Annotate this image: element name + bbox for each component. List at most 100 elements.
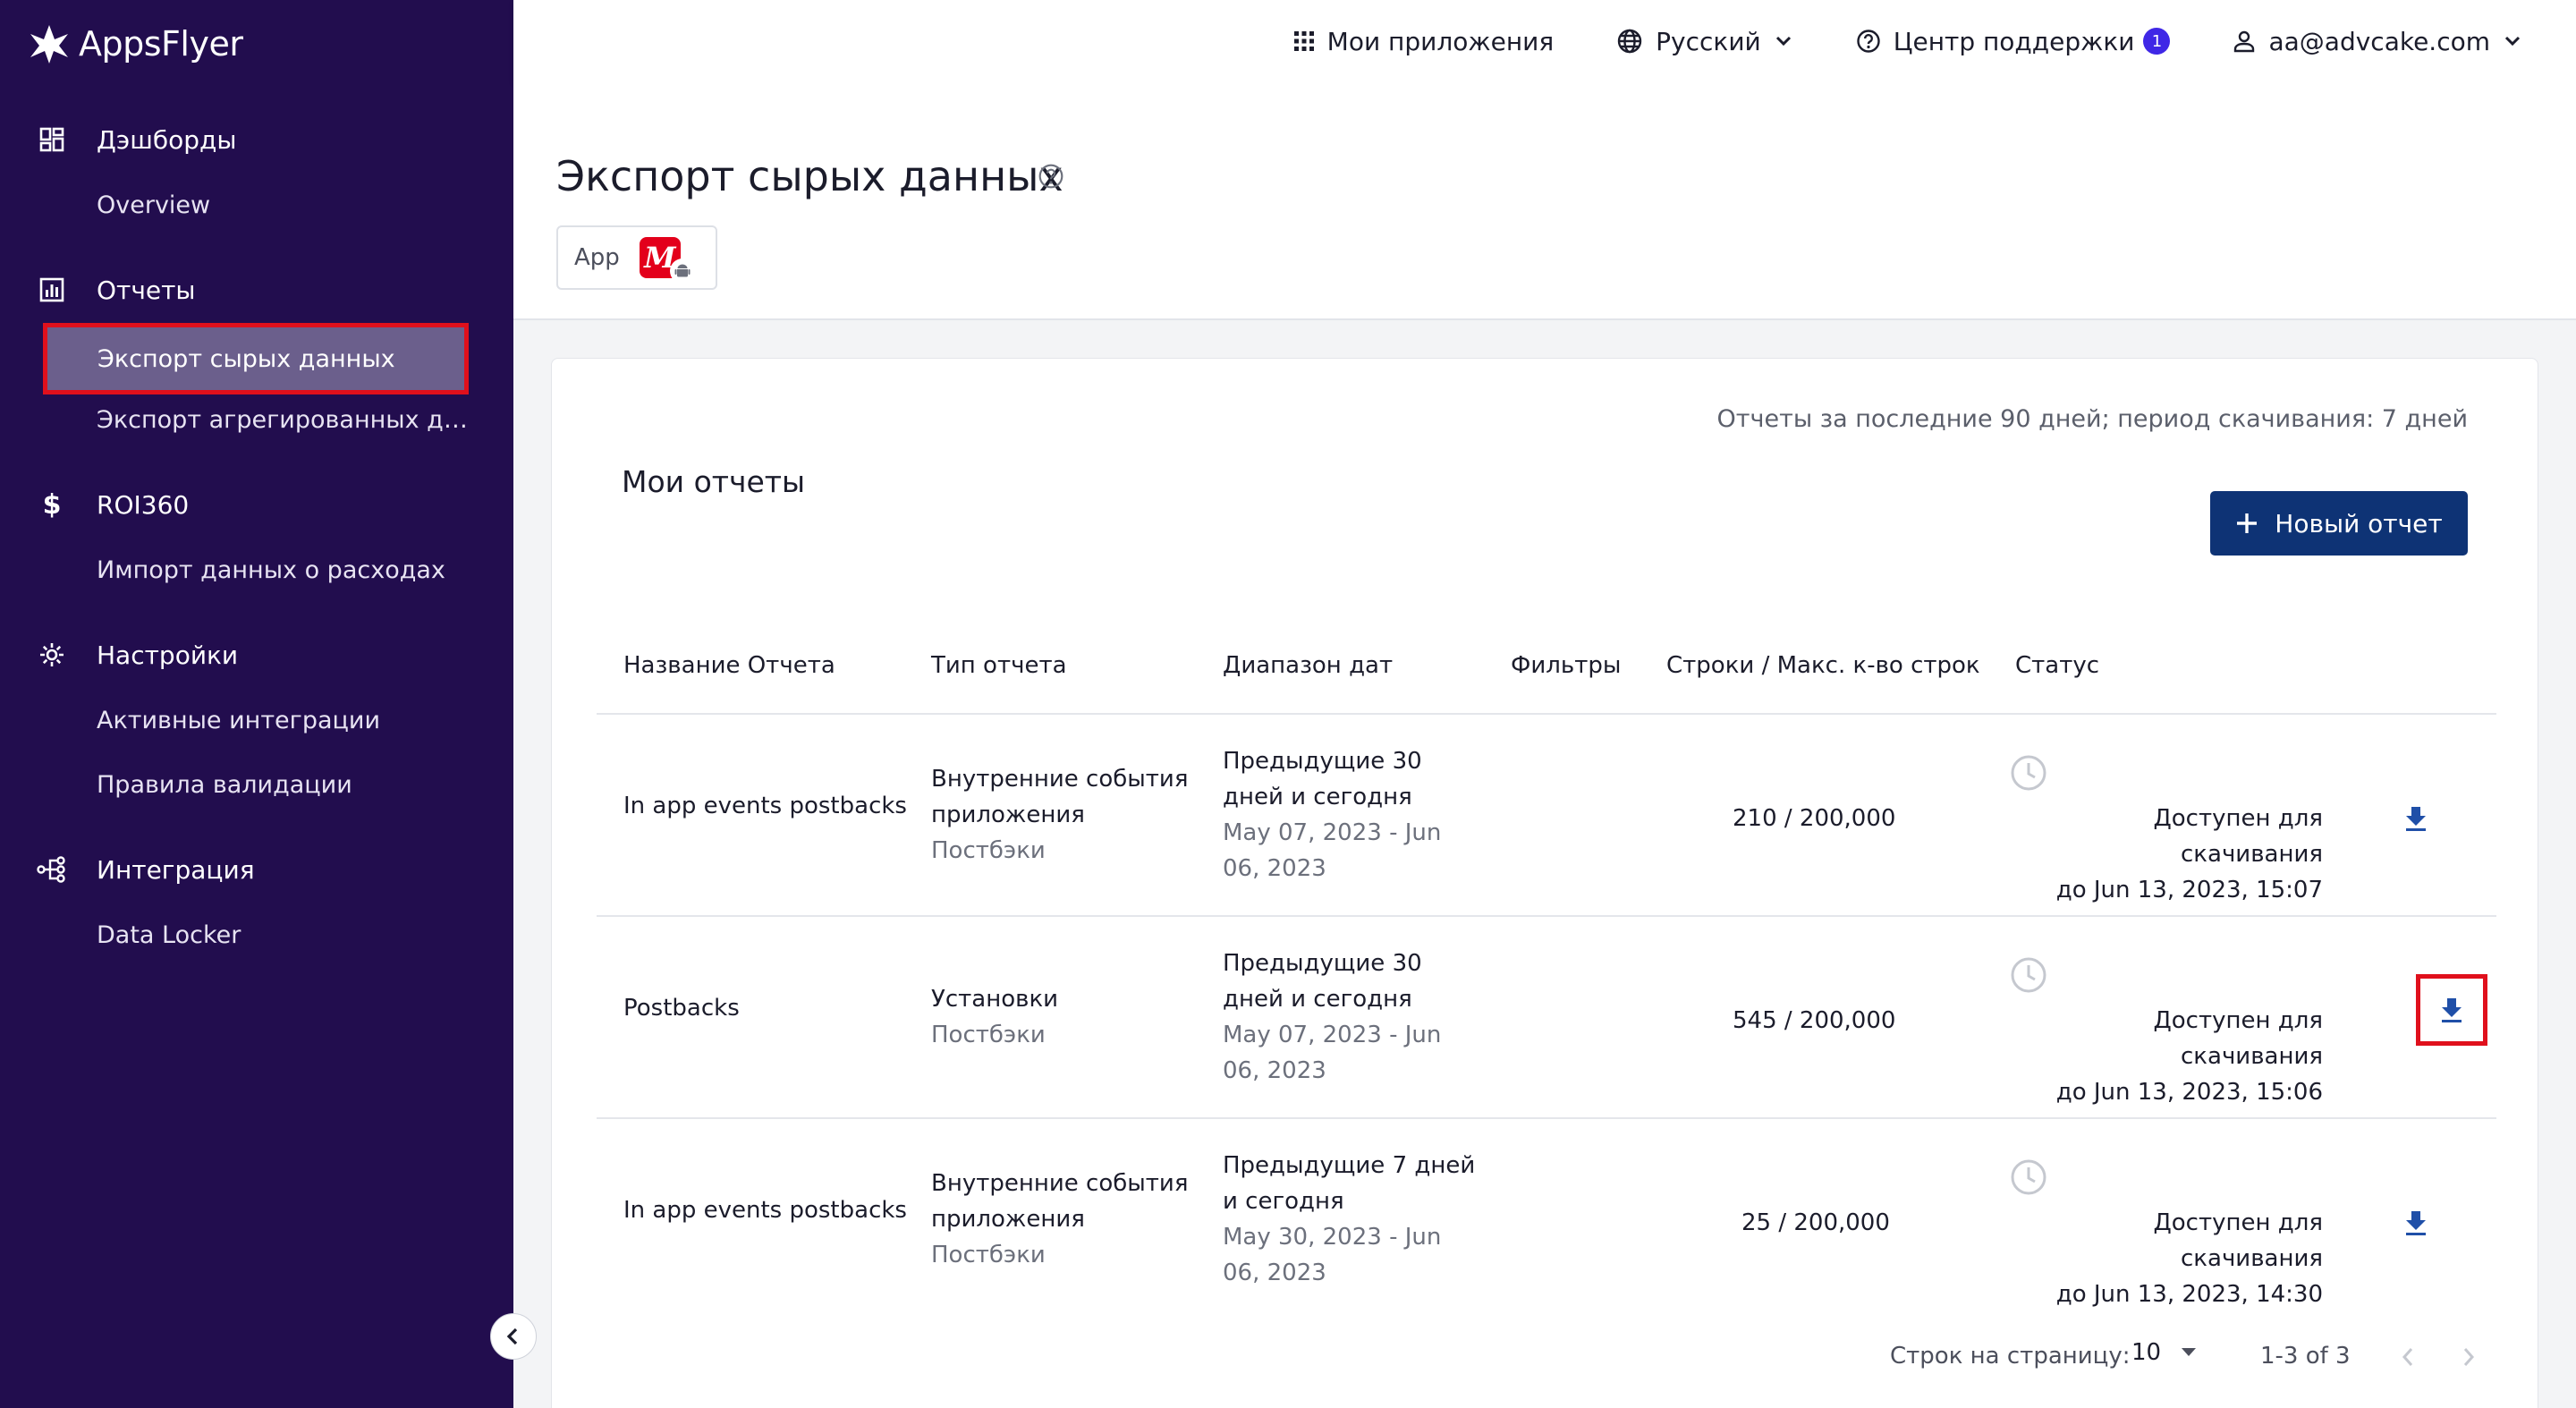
- sidebar-section-label: Дэшборды: [97, 124, 237, 155]
- my-apps-menu[interactable]: Мои приложения: [1293, 26, 1555, 56]
- download-icon: [2406, 807, 2426, 831]
- sidebar-item-label: Экспорт сырых данных: [97, 344, 395, 373]
- user-icon: [2234, 30, 2255, 53]
- column-header-filters[interactable]: Фильтры: [1511, 652, 1621, 679]
- clock-icon: [2011, 755, 2046, 791]
- report-type-line: Внутренние события: [931, 1170, 1189, 1197]
- rows-count: 545 / 200,000: [1733, 1007, 1896, 1034]
- status-line: до Jun 13, 2023, 15:06: [2055, 1079, 2323, 1106]
- sidebar-item-validation-rules[interactable]: Правила валидации: [97, 771, 481, 799]
- column-header-rows[interactable]: Строки / Макс. к-во строк: [1666, 652, 1980, 679]
- sidebar-item-aggregated-export[interactable]: Экспорт агрегированных да...: [97, 406, 481, 434]
- report-type: Внутренние события приложения Постбэки: [931, 761, 1188, 869]
- reports-card: Отчеты за последние 90 дней; период скач…: [551, 358, 2538, 1408]
- date-range-dates: 06, 2023: [1223, 1260, 1326, 1286]
- sidebar-section-integration[interactable]: Интеграция: [0, 843, 513, 896]
- rows-count: 25 / 200,000: [1741, 1209, 1890, 1236]
- status-text: Доступен для скачивания до Jun 13, 2023,…: [2019, 801, 2323, 908]
- page-header: Экспорт сырых данных App М: [513, 82, 2576, 320]
- sidebar-item-overview[interactable]: Overview: [97, 191, 481, 219]
- reports-icon: [36, 274, 68, 306]
- date-range-dates: May 07, 2023 - Jun: [1223, 819, 1442, 846]
- download-button[interactable]: [2380, 783, 2452, 854]
- help-circle-icon[interactable]: [1038, 163, 1064, 193]
- rows-per-page-label: Строк на страницу:: [1890, 1343, 2131, 1370]
- report-type-line: приложения: [931, 802, 1085, 828]
- table-divider: [597, 713, 2496, 715]
- clock-icon: [2011, 1159, 2046, 1195]
- next-page-button[interactable]: [2461, 1346, 2477, 1374]
- sidebar: AppsFlyer Дэшборды Overview Отчеты Экспо…: [0, 0, 513, 1408]
- sidebar-item-raw-data-export[interactable]: Экспорт сырых данных: [43, 323, 469, 394]
- prev-page-button[interactable]: [2400, 1346, 2416, 1374]
- column-header-name[interactable]: Название Отчета: [623, 652, 835, 679]
- support-center-link[interactable]: Центр поддержки 1: [1856, 27, 2171, 56]
- card-title: Мои отчеты: [622, 464, 806, 499]
- new-report-label: Новый отчет: [2275, 508, 2443, 539]
- my-apps-label: Мои приложения: [1326, 26, 1555, 56]
- report-type: Установки Постбэки: [931, 981, 1058, 1053]
- column-header-date-range[interactable]: Диапазон дат: [1223, 652, 1393, 679]
- page-title: Экспорт сырых данных: [556, 152, 1063, 200]
- integration-icon: [36, 853, 68, 886]
- date-range-label: дней и сегодня: [1223, 986, 1412, 1013]
- language-selector[interactable]: Русский: [1616, 27, 1793, 56]
- chevron-left-icon: [506, 1327, 518, 1345]
- date-range-label: дней и сегодня: [1223, 784, 1412, 810]
- status-line: Доступен для скачивания: [2153, 1209, 2323, 1272]
- clock-icon: [2011, 957, 2046, 993]
- top-header: Мои приложения Русский Центр поддержки 1…: [513, 0, 2576, 82]
- report-date-range: Предыдущие 30 дней и сегодня May 07, 202…: [1223, 946, 1441, 1089]
- account-menu[interactable]: aa@advcake.com: [2233, 27, 2522, 56]
- report-type-sub: Постбэки: [931, 1242, 1046, 1268]
- sidebar-item-active-integrations[interactable]: Активные интеграции: [97, 707, 481, 734]
- help-circle-icon: [1857, 30, 1880, 53]
- new-report-button[interactable]: Новый отчет: [2210, 491, 2468, 556]
- sidebar-section-label: ROI360: [97, 489, 190, 520]
- report-date-range: Предыдущие 30 дней и сегодня May 07, 202…: [1223, 743, 1441, 886]
- appsflyer-logo[interactable]: AppsFlyer: [27, 13, 243, 75]
- download-button[interactable]: [2380, 1187, 2452, 1259]
- column-header-status[interactable]: Статус: [2015, 652, 2099, 679]
- download-button[interactable]: [2416, 974, 2487, 1046]
- download-icon: [2442, 998, 2462, 1022]
- apps-grid-icon: [1293, 31, 1314, 51]
- collapse-sidebar-button[interactable]: [490, 1313, 537, 1360]
- report-name: Postbacks: [623, 995, 740, 1022]
- sidebar-section-label: Отчеты: [97, 275, 196, 305]
- column-header-type[interactable]: Тип отчета: [931, 652, 1067, 679]
- chevron-right-icon: [2463, 1348, 2475, 1366]
- rows-count: 210 / 200,000: [1733, 805, 1896, 832]
- plus-icon: [2237, 513, 2258, 533]
- report-type-sub: Постбэки: [931, 837, 1046, 864]
- sidebar-item-data-locker[interactable]: Data Locker: [97, 921, 481, 949]
- date-range-dates: May 07, 2023 - Jun: [1223, 1022, 1442, 1048]
- chevron-down-icon: [2504, 36, 2521, 47]
- status-text: Доступен для скачивания до Jun 13, 2023,…: [2019, 1003, 2323, 1110]
- date-range-dates: 06, 2023: [1223, 855, 1326, 882]
- sidebar-section-label: Интеграция: [97, 854, 255, 885]
- report-name: In app events postbacks: [623, 793, 907, 819]
- sidebar-section-roi360[interactable]: $ ROI360: [0, 478, 513, 531]
- android-icon: [669, 259, 695, 284]
- status-line: Доступен для скачивания: [2153, 805, 2323, 868]
- notification-badge: 1: [2143, 28, 2171, 55]
- pagination-range: 1-3 of 3: [2260, 1343, 2351, 1370]
- dashboard-icon: [36, 123, 68, 156]
- report-type-line: приложения: [931, 1206, 1085, 1233]
- rows-per-page-select[interactable]: 10: [2131, 1339, 2197, 1366]
- appsflyer-logo-icon: [30, 25, 68, 64]
- app-label: App: [574, 244, 620, 271]
- app-selector[interactable]: App М: [556, 225, 717, 290]
- sidebar-section-reports[interactable]: Отчеты: [0, 263, 513, 317]
- sidebar-section-settings[interactable]: Настройки: [0, 628, 513, 682]
- date-range-label: Предыдущие 30: [1223, 748, 1422, 775]
- status-line: Доступен для скачивания: [2153, 1007, 2323, 1070]
- rows-per-page-value: 10: [2131, 1339, 2162, 1366]
- date-range-label: и сегодня: [1223, 1188, 1344, 1215]
- date-range-dates: 06, 2023: [1223, 1057, 1326, 1084]
- sidebar-section-dashboards[interactable]: Дэшборды: [0, 113, 513, 166]
- sidebar-item-cost-import[interactable]: Импорт данных о расходах: [97, 556, 481, 584]
- app-logo: М: [639, 237, 695, 284]
- chevron-left-icon: [2402, 1348, 2413, 1366]
